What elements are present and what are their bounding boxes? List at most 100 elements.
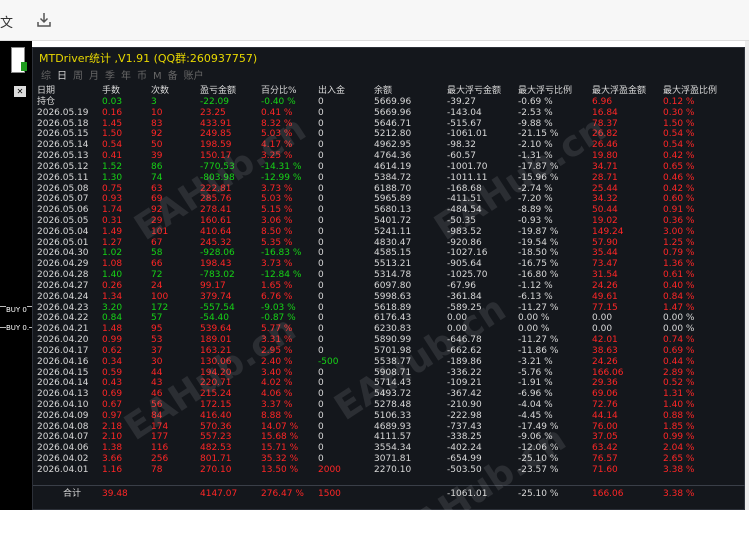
table-cell: 26.46 <box>592 140 618 151</box>
table-row: 2026.04.02 3.66 256 801.71 35.32 % 0 3071.81 -6… <box>33 454 746 465</box>
table-cell: 1.25 % <box>663 237 695 248</box>
table-cell: -25.10 % <box>518 489 559 499</box>
table-cell: 2026.04.17 <box>37 345 89 356</box>
table-cell: 5.15 % <box>261 205 293 216</box>
tab-0[interactable]: 综 <box>41 71 51 82</box>
table-row: 2026.04.17 0.62 37 163.21 2.95 % 0 5701.98 -662… <box>33 346 746 357</box>
table-row: 2026.04.28 1.40 72 -783.02 -12.84 % 0 5314.78 -… <box>33 270 746 281</box>
table-cell: 92 <box>151 205 163 216</box>
table-cell: -338.25 <box>447 432 482 443</box>
table-cell: -367.42 <box>447 389 482 400</box>
table-cell: 2026.04.21 <box>37 324 89 335</box>
table-cell: 3554.34 <box>374 443 412 454</box>
table-cell: 14.07 % <box>261 421 299 432</box>
table-cell: 8.50 % <box>261 226 293 237</box>
table-cell: 0.65 % <box>663 161 695 172</box>
table-row: 2026.04.09 0.97 84 416.40 8.88 % 0 5106.33 -222… <box>33 411 746 422</box>
table-cell: -22.09 <box>200 97 230 107</box>
table-cell: 合计 <box>63 489 82 499</box>
table-cell: 0.75 <box>102 183 123 194</box>
table-cell: 4.02 % <box>261 378 293 389</box>
table-cell: 76.00 <box>592 421 618 432</box>
table-cell: 78.37 <box>592 118 618 129</box>
tab-1[interactable]: 日 <box>57 71 67 82</box>
table-cell: 4.17 % <box>261 140 293 151</box>
toolbar-text[interactable]: 文 <box>0 12 13 31</box>
top-toolbar: 文 <box>0 0 749 41</box>
table-row: 2026.04.27 0.26 24 99.17 1.65 % 0 6097.80 -67.9… <box>33 281 746 292</box>
table-cell: 69 <box>151 194 163 205</box>
table-cell: -54.40 <box>200 313 230 324</box>
column-header: 最大浮亏比例 <box>518 86 573 96</box>
tab-7[interactable]: M <box>153 71 162 82</box>
table-cell: 0 <box>318 280 324 291</box>
table-cell: 0 <box>318 389 324 400</box>
table-cell: -0.40 % <box>261 97 296 107</box>
table-cell: 8.32 % <box>261 118 293 129</box>
table-cell: 1.50 % <box>663 118 695 129</box>
table-cell: -1027.16 <box>447 248 488 259</box>
table-cell: 3.40 % <box>261 367 293 378</box>
tab-9[interactable]: 账户 <box>184 71 204 82</box>
table-cell: 2026.05.01 <box>37 237 89 248</box>
table-cell: 4147.07 <box>200 489 238 499</box>
table-cell: -15.96 % <box>518 172 559 183</box>
table-cell: 44.14 <box>592 410 618 421</box>
table-cell: 1.52 <box>102 161 123 172</box>
tab-8[interactable]: 备 <box>168 71 178 82</box>
table-cell: 3.31 % <box>261 335 293 346</box>
table-cell: 2270.10 <box>374 464 412 475</box>
table-cell: 43 <box>151 378 163 389</box>
table-cell: 30 <box>151 356 163 367</box>
table-cell: 0 <box>318 313 324 324</box>
table-cell: -19.54 % <box>518 237 559 248</box>
table-cell: -67.96 <box>447 280 477 291</box>
column-header: 盈亏金额 <box>200 86 237 96</box>
table-cell: 3.37 % <box>261 399 293 410</box>
table-cell: 69.06 <box>592 389 618 400</box>
table-cell: 1.48 <box>102 324 123 335</box>
tab-2[interactable]: 周 <box>73 71 83 82</box>
table-cell: 557.23 <box>200 432 232 443</box>
table-cell: -2.74 % <box>518 183 553 194</box>
table-cell: 5714.43 <box>374 378 412 389</box>
table-cell: -18.50 % <box>518 248 559 259</box>
table-cell: -0.87 % <box>261 313 296 324</box>
download-icon[interactable] <box>34 10 54 30</box>
table-cell: 0.84 % <box>663 291 695 302</box>
tab-4[interactable]: 季 <box>105 71 115 82</box>
table-cell: 5890.99 <box>374 335 412 346</box>
column-header: 百分比% <box>261 86 297 96</box>
table-cell: 4764.36 <box>374 151 412 162</box>
table-row: 2026.04.23 3.20 172 -557.54 -9.03 % 0 5618.89 -… <box>33 303 746 314</box>
table-cell: 482.53 <box>200 443 232 454</box>
table-cell: 2026.05.15 <box>37 129 89 140</box>
table-cell: 0.12 % <box>663 97 695 107</box>
table-cell: 6230.83 <box>374 324 412 335</box>
scrollbar[interactable] <box>745 41 749 510</box>
table-cell: 0 <box>318 335 324 346</box>
table-cell: 149.24 <box>592 226 624 237</box>
table-cell: 8.88 % <box>261 410 293 421</box>
table-cell: 0.00 <box>447 324 468 335</box>
tab-5[interactable]: 年 <box>121 71 131 82</box>
table-cell: 2.18 <box>102 421 123 432</box>
table-cell: 0.97 <box>102 410 123 421</box>
column-header: 出入金 <box>318 86 346 96</box>
table-cell: 1.85 % <box>663 421 695 432</box>
table-cell: 4830.47 <box>374 237 412 248</box>
tab-6[interactable]: 币 <box>137 71 147 82</box>
table-cell: -50.35 <box>447 216 477 227</box>
table-cell: 5669.96 <box>374 107 412 118</box>
table-cell: 74 <box>151 172 163 183</box>
table-cell: 3.38 % <box>663 464 695 475</box>
table-cell: 46 <box>151 389 163 400</box>
tab-3[interactable]: 月 <box>89 71 99 82</box>
table-cell: 1.40 <box>102 270 123 281</box>
table-cell: 215.24 <box>200 389 232 400</box>
table-cell: -16.80 % <box>518 270 559 281</box>
table-cell: 1.30 <box>102 172 123 183</box>
table-cell: 63.42 <box>592 443 618 454</box>
table-cell: 2026.05.11 <box>37 172 89 183</box>
x-icon[interactable]: ✕ <box>14 86 26 97</box>
